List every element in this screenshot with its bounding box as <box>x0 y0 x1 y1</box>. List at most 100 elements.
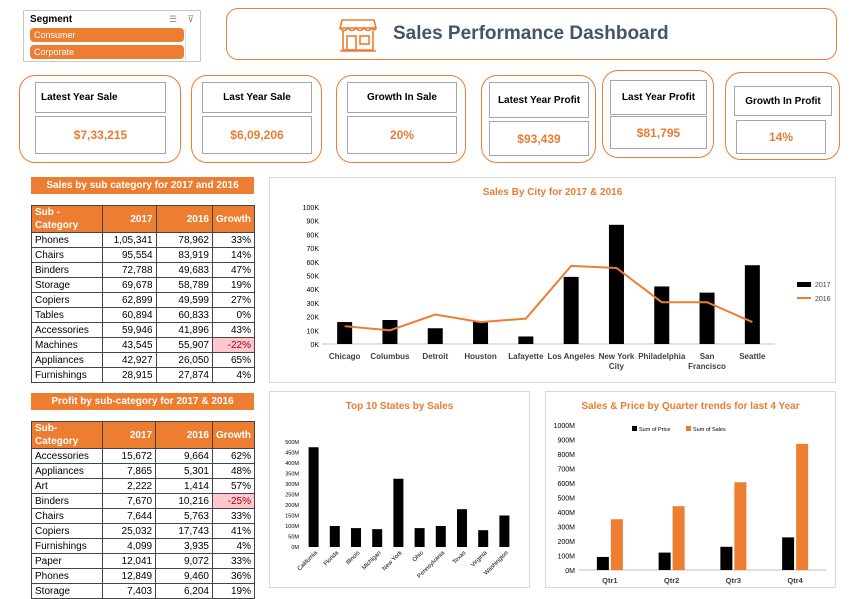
table-cell: 2,222 <box>101 478 157 494</box>
y-tick-label: 0M <box>291 545 299 551</box>
table-cell: 7,865 <box>101 463 157 479</box>
y-tick-label: 500M <box>557 496 575 503</box>
table-cell: Storage <box>31 277 103 293</box>
x-tick-label: Texas <box>452 550 467 565</box>
table-row: Phones 12,849 9,460 36% <box>31 568 256 584</box>
table-cell: 9,664 <box>155 448 213 464</box>
legend-label-2016: 2016 <box>815 296 831 303</box>
table-cell: Appliances <box>31 463 103 479</box>
table-cell: 4,099 <box>101 538 157 554</box>
slicer-item-corporate[interactable]: Corporate <box>30 45 184 59</box>
y-tick-label: 50M <box>288 535 299 541</box>
table-cell: 12,041 <box>101 553 157 569</box>
kpi-label: Growth In Sale <box>347 82 457 113</box>
multi-select-icon[interactable]: ☰ <box>169 14 177 24</box>
table-cell: Copiers <box>31 523 103 539</box>
table-cell: 55,907 <box>155 337 213 353</box>
page-title: Sales Performance Dashboard <box>393 23 669 44</box>
state-bar <box>329 526 340 547</box>
table-cell: -22% <box>211 337 256 353</box>
bar-2017 <box>608 224 624 344</box>
state-bar <box>308 447 319 547</box>
table-cell: 9,072 <box>155 553 213 569</box>
bar-2017 <box>382 320 398 344</box>
table-cell: 5,763 <box>155 508 213 524</box>
y-tick-label: 70K <box>307 246 320 253</box>
table-row: Accessories 59,946 41,896 43% <box>31 322 256 338</box>
bar-price <box>596 556 609 570</box>
table-cell: 43% <box>211 322 256 338</box>
table-cell: 33% <box>211 508 256 524</box>
y-tick-label: 400M <box>285 461 299 467</box>
quarter-chart-svg: 0M 100M 200M 300M 400M 500M 600M 700M 800M 900M 10… <box>554 423 826 585</box>
y-tick-label: 400M <box>557 510 575 517</box>
x-tick-label: New York <box>382 549 405 572</box>
column-header: Sub - Category <box>31 205 103 233</box>
sales-subcategory-table: Sub - Category 2017 2016 Growth Phones 1,05,3… <box>31 205 256 383</box>
kpi-label: Growth In Profit <box>734 86 832 116</box>
legend-swatch-2017 <box>797 282 811 287</box>
column-header: 2016 <box>155 421 213 449</box>
table-cell: Furnishings <box>31 538 103 554</box>
x-tick-label: City <box>609 362 625 371</box>
table-cell: 65% <box>211 352 256 368</box>
kpi-value: $6,09,206 <box>202 116 312 154</box>
y-tick-label: 90K <box>307 219 320 226</box>
y-tick-label: 100K <box>303 205 320 212</box>
state-bar <box>457 509 467 547</box>
slicer-item-consumer[interactable]: Consumer <box>30 28 184 42</box>
y-tick-label: 0M <box>565 568 575 575</box>
table-cell: 1,05,341 <box>101 232 157 248</box>
table-cell: Chairs <box>31 508 103 524</box>
table-cell: 17,743 <box>155 523 213 539</box>
table-cell: Accessories <box>31 448 103 464</box>
slicer-scrollbar[interactable] <box>185 28 197 60</box>
table-cell: Chairs <box>31 247 103 263</box>
state-bar <box>478 530 489 547</box>
table-cell: 0% <box>211 307 256 323</box>
table-cell: 10,216 <box>155 493 213 509</box>
table-row: Binders 7,670 10,216 -25% <box>31 493 256 509</box>
y-tick-label: 350M <box>285 472 299 478</box>
y-tick-label: 450M <box>285 451 299 457</box>
kpi-card-latest-year-sale: Latest Year Sale $7,33,215 <box>19 75 181 163</box>
bar-2017 <box>518 336 534 344</box>
y-tick-label: 250M <box>285 493 299 499</box>
table-cell: 6,204 <box>155 583 213 599</box>
y-tick-label: 600M <box>557 481 575 488</box>
x-tick-label: Lafayette <box>508 352 544 361</box>
profit-table-title: Profit by sub-category for 2017 & 2016 <box>31 393 254 410</box>
kpi-label: Latest Year Profit <box>489 82 589 118</box>
kpi-value: $7,33,215 <box>35 116 166 154</box>
slicer-title: Segment <box>30 14 73 25</box>
bar-sales <box>796 443 809 570</box>
table-row: Art 2,222 1,414 57% <box>31 478 256 494</box>
y-tick-label: 10K <box>307 328 320 335</box>
column-header: 2016 <box>155 205 213 233</box>
table-row: Appliances 7,865 5,301 48% <box>31 463 256 479</box>
table-cell: 26,050 <box>155 352 213 368</box>
clear-filter-icon[interactable]: ⊽ <box>187 14 194 24</box>
kpi-label: Last Year Profit <box>610 80 707 115</box>
kpi-value: $93,439 <box>489 121 589 156</box>
y-tick-label: 150M <box>285 514 299 520</box>
title-panel: Sales Performance Dashboard <box>226 8 837 60</box>
table-row: Copiers 25,032 17,743 41% <box>31 523 256 539</box>
table-cell: 1,414 <box>155 478 213 494</box>
table-cell: Accessories <box>31 322 103 338</box>
bar-2017 <box>563 276 579 344</box>
table-cell: 14% <box>211 247 256 263</box>
y-tick-label: 40K <box>307 287 320 294</box>
table-cell: -25% <box>211 493 256 509</box>
y-tick-label: 1000M <box>554 423 576 430</box>
table-cell: Tables <box>31 307 103 323</box>
sales-by-city-chart: Sales By City for 2017 & 2016 0K 10K 20K 30… <box>269 177 836 383</box>
table-cell: 58,789 <box>155 277 213 293</box>
y-tick-label: 200M <box>557 539 575 546</box>
sales-table-title: Sales by sub category for 2017 and 2016 <box>31 177 254 194</box>
y-tick-label: 700M <box>557 467 575 474</box>
table-cell: 47% <box>211 262 256 278</box>
table-cell: 59,946 <box>101 322 157 338</box>
table-cell: 41% <box>211 523 256 539</box>
y-tick-label: 300M <box>285 482 299 488</box>
